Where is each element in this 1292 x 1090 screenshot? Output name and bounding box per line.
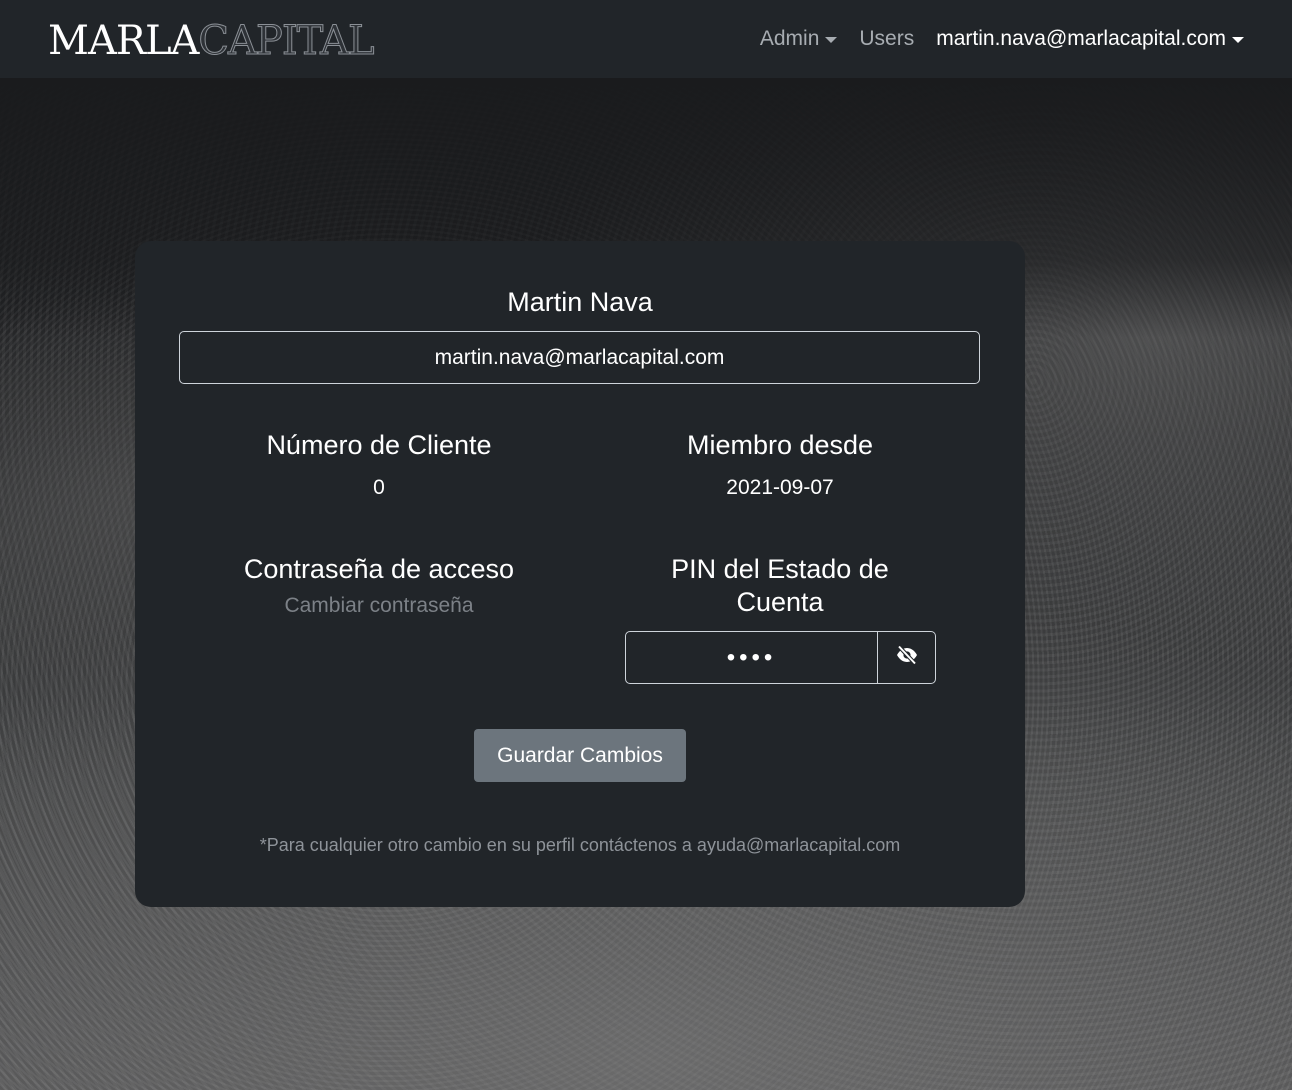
- email-field[interactable]: [179, 331, 980, 384]
- toggle-pin-visibility-button[interactable]: [878, 631, 936, 684]
- brand-logo[interactable]: MARLA CAPITAL: [48, 17, 375, 64]
- profile-name: Martin Nava: [507, 287, 653, 317]
- client-number-heading: Número de Cliente: [266, 430, 492, 460]
- change-password-link[interactable]: Cambiar contraseña: [179, 594, 579, 618]
- profile-card: Martin Nava Número de Cliente 0 Miembro …: [135, 241, 1025, 907]
- admin-dropdown[interactable]: Admin: [760, 27, 838, 51]
- chevron-down-icon: [1232, 37, 1244, 43]
- users-link[interactable]: Users: [859, 27, 914, 51]
- password-section: Contraseña de acceso Cambiar contraseña: [179, 553, 579, 618]
- member-since-section: Miembro desde 2021-09-07: [580, 429, 980, 500]
- save-button[interactable]: Guardar Cambios: [474, 729, 686, 782]
- pin-section: PIN del Estado de Cuenta: [580, 553, 980, 619]
- account-dropdown-label: martin.nava@marlacapital.com: [936, 27, 1226, 50]
- pin-input-group: [625, 631, 936, 684]
- member-since-heading: Miembro desde: [686, 430, 874, 460]
- chevron-down-icon: [825, 37, 838, 43]
- client-number-section: Número de Cliente 0: [179, 429, 579, 500]
- pin-heading: PIN del Estado de Cuenta: [671, 554, 889, 617]
- pin-field[interactable]: [625, 631, 878, 684]
- navbar: MARLA CAPITAL Admin Users martin.nava@mar…: [0, 0, 1292, 78]
- password-heading: Contraseña de acceso: [243, 554, 515, 584]
- admin-dropdown-label: Admin: [759, 27, 820, 50]
- footnote-text: *Para cualquier otro cambio en su perfil…: [259, 835, 901, 855]
- brand-logo-part1: MARLA: [48, 18, 199, 64]
- users-link-label: Users: [859, 27, 915, 50]
- account-dropdown[interactable]: martin.nava@marlacapital.com: [936, 27, 1244, 51]
- client-number-value: 0: [373, 476, 385, 499]
- nav-links: Admin Users martin.nava@marlacapital.com: [760, 27, 1244, 51]
- member-since-value: 2021-09-07: [726, 476, 834, 499]
- brand-logo-part2: CAPITAL: [198, 18, 375, 64]
- eye-slash-icon: [895, 643, 919, 672]
